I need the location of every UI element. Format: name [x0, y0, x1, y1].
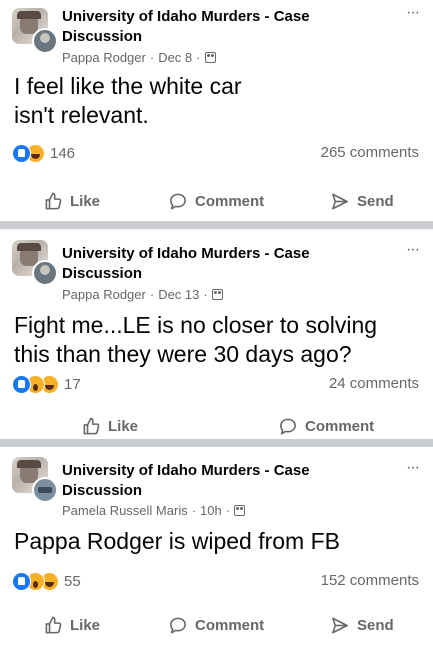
- reactions-summary[interactable]: 17: [12, 375, 81, 394]
- send-label: Send: [357, 617, 394, 634]
- author-name[interactable]: Pamela Russell Maris: [62, 503, 188, 518]
- group-name[interactable]: University of Idaho Murders - Case Discu…: [62, 461, 352, 501]
- meta-separator: ·: [196, 50, 201, 65]
- like-button[interactable]: Like: [82, 417, 138, 436]
- comments-count[interactable]: 265 comments: [321, 144, 419, 161]
- action-bar: Like Comment Send: [0, 182, 433, 226]
- thumbs-up-icon: [83, 417, 100, 435]
- post-stats: 17 24 comments: [0, 375, 433, 403]
- meta-separator: ·: [203, 287, 208, 302]
- comment-button[interactable]: Comment: [168, 616, 264, 635]
- meta-separator: ·: [191, 503, 197, 518]
- post-stats: 55 152 comments: [0, 572, 433, 600]
- comment-button[interactable]: Comment: [278, 417, 374, 436]
- send-icon: [332, 193, 348, 210]
- comments-count[interactable]: 152 comments: [321, 572, 419, 589]
- comment-icon: [170, 193, 186, 210]
- post-meta: Pamela Russell Maris · 10h ·: [62, 503, 246, 518]
- action-bar: Like Comment Send: [0, 606, 433, 650]
- reaction-count: 146: [50, 145, 76, 162]
- author-avatar[interactable]: [32, 260, 58, 286]
- group-name[interactable]: University of Idaho Murders - Case Discu…: [62, 7, 352, 47]
- like-reaction-icon: [12, 144, 31, 163]
- members-icon: [204, 52, 216, 63]
- author-avatar[interactable]: [32, 28, 58, 54]
- group-name[interactable]: University of Idaho Murders - Case Discu…: [62, 244, 352, 284]
- members-icon: [211, 289, 223, 300]
- reaction-count: 17: [64, 376, 81, 393]
- comment-icon: [280, 418, 296, 435]
- avatar[interactable]: [12, 457, 58, 503]
- send-label: Send: [357, 193, 394, 210]
- post-meta: Pappa Rodger · Dec 13 ·: [62, 287, 223, 302]
- meta-separator: ·: [225, 503, 231, 518]
- post: University of Idaho Murders - Case Discu…: [0, 0, 433, 221]
- comment-label: Comment: [305, 418, 375, 435]
- avatar[interactable]: [12, 8, 58, 54]
- post-meta: Pappa Rodger · Dec 8 ·: [62, 50, 216, 65]
- post: University of Idaho Murders - Case Discu…: [0, 447, 433, 656]
- like-label: Like: [70, 193, 101, 210]
- action-bar: Like Comment: [0, 407, 433, 451]
- like-reaction-icon: [12, 375, 31, 394]
- meta-separator: ·: [149, 287, 155, 302]
- post-time[interactable]: Dec 8: [158, 50, 192, 65]
- author-name[interactable]: Pappa Rodger: [62, 50, 146, 65]
- like-button[interactable]: Like: [44, 616, 100, 635]
- more-options-button[interactable]: ···: [406, 4, 420, 22]
- send-button[interactable]: Send: [330, 616, 394, 635]
- author-name[interactable]: Pappa Rodger: [62, 287, 146, 302]
- post-text: Fight me...LE is no closer to solving th…: [14, 312, 378, 367]
- post-header: University of Idaho Murders - Case Discu…: [0, 447, 433, 518]
- author-avatar[interactable]: [32, 477, 58, 503]
- comment-label: Comment: [195, 193, 265, 210]
- meta-separator: ·: [149, 50, 155, 65]
- post-text: Pappa Rodger is wiped from FB: [14, 528, 340, 554]
- send-button[interactable]: Send: [330, 192, 394, 211]
- thumbs-up-icon: [45, 192, 62, 210]
- comments-count[interactable]: 24 comments: [329, 375, 419, 392]
- post-stats: 146 265 comments: [0, 144, 433, 172]
- post-time[interactable]: Dec 13: [158, 287, 199, 302]
- comment-button[interactable]: Comment: [168, 192, 264, 211]
- like-button[interactable]: Like: [44, 192, 100, 211]
- comment-icon: [170, 617, 186, 634]
- reactions-summary[interactable]: 55: [12, 572, 81, 591]
- like-label: Like: [70, 617, 101, 634]
- post-time[interactable]: 10h: [200, 503, 222, 518]
- post-text: I feel like the white car isn't relevant…: [14, 73, 242, 128]
- post: University of Idaho Murders - Case Discu…: [0, 229, 433, 439]
- more-options-button[interactable]: ···: [406, 459, 420, 477]
- like-reaction-icon: [12, 572, 31, 591]
- thumbs-up-icon: [45, 616, 62, 634]
- post-header: University of Idaho Murders - Case Discu…: [0, 0, 433, 65]
- more-options-button[interactable]: ···: [406, 241, 420, 259]
- comment-label: Comment: [195, 617, 265, 634]
- send-icon: [332, 617, 348, 634]
- post-header: University of Idaho Murders - Case Discu…: [0, 229, 433, 302]
- reactions-summary[interactable]: 146: [12, 144, 75, 163]
- reaction-count: 55: [64, 573, 81, 590]
- members-icon: [234, 505, 246, 516]
- avatar[interactable]: [12, 240, 58, 286]
- like-label: Like: [108, 418, 139, 435]
